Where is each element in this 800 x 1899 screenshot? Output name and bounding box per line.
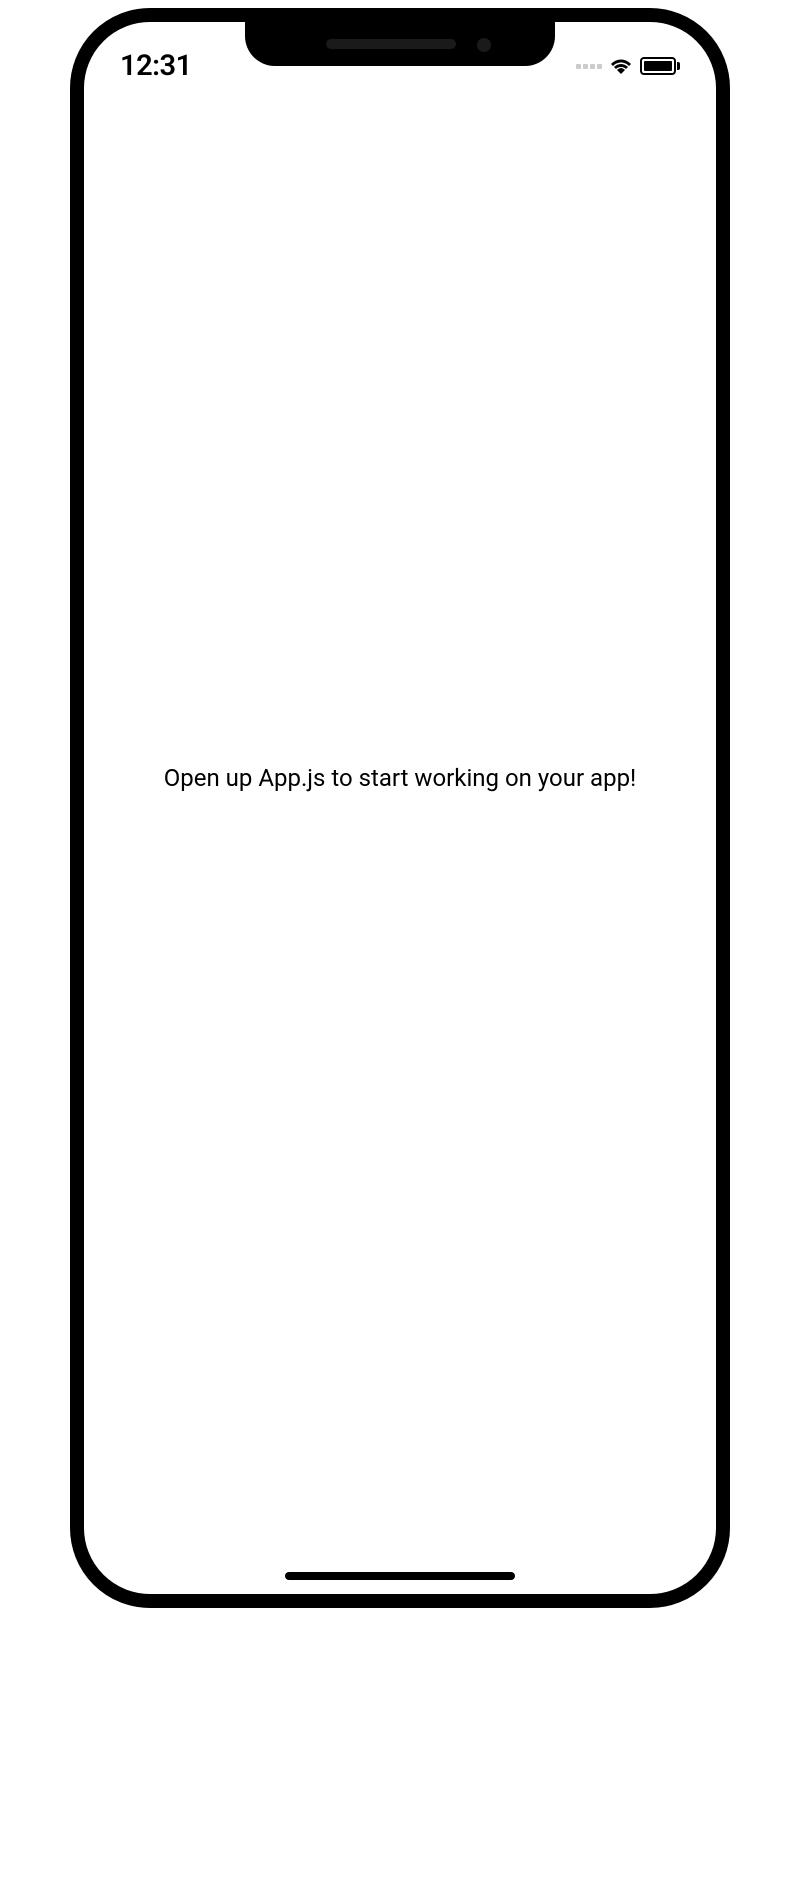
home-indicator[interactable] (285, 1572, 515, 1580)
device-frame: 12:31 Open u (70, 8, 730, 1608)
app-content: Open up App.js to start working on your … (84, 22, 716, 1594)
welcome-text: Open up App.js to start working on your … (164, 764, 637, 792)
